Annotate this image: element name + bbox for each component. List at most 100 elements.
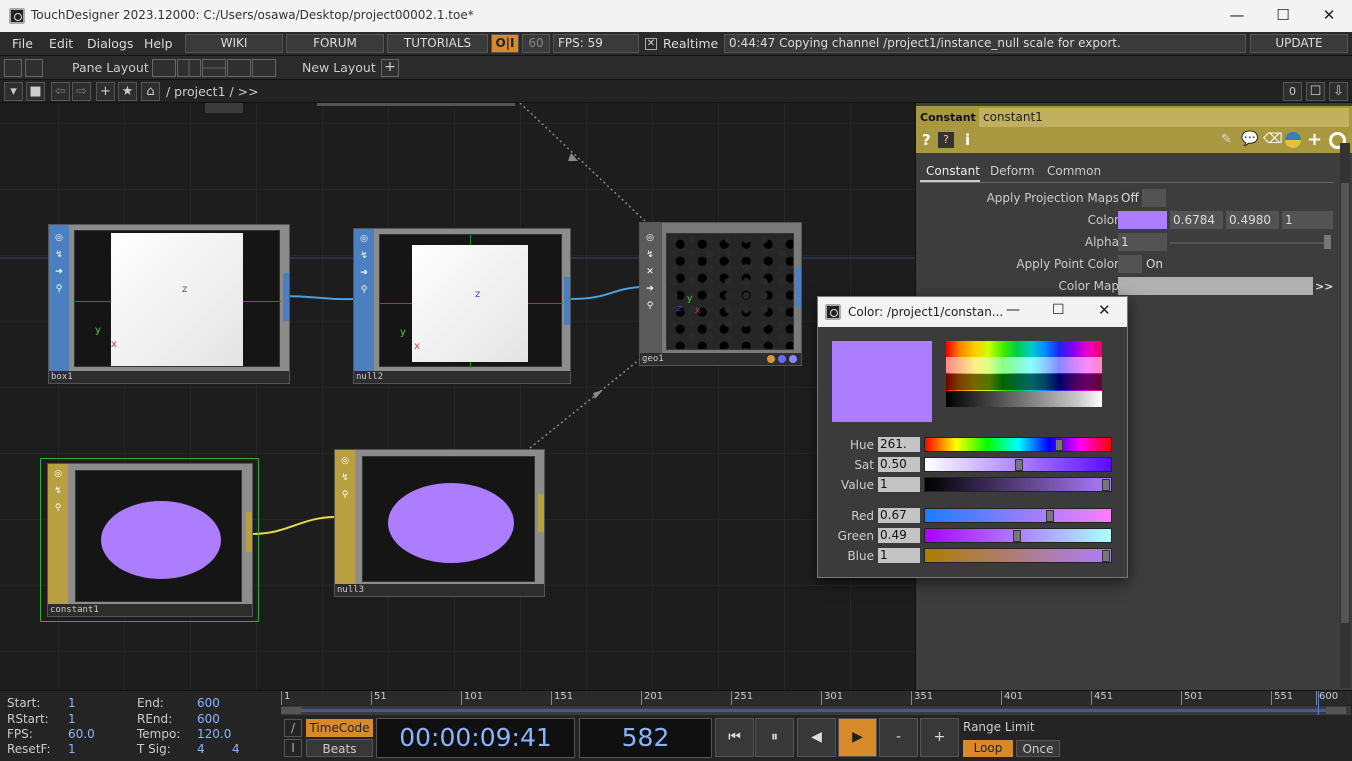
resetf-setting[interactable]: ResetF: 1 [7,742,76,756]
sat-slider[interactable] [924,457,1112,472]
timeline-slash-button[interactable]: / [284,719,302,737]
fps-setting-value[interactable]: 60.0 [68,727,95,741]
tab-deform[interactable]: Deform [990,164,1035,178]
loop-toggle[interactable]: Loop [963,740,1013,757]
node-label-null2[interactable]: null2 [354,371,570,383]
output-connector[interactable] [283,273,289,321]
color-r-field[interactable]: 0.6784 [1170,211,1223,229]
step-forward-button[interactable]: + [920,718,959,757]
blue-slider[interactable] [924,548,1112,563]
lock-icon[interactable]: ⚲ [643,299,657,313]
pane-menu-icon[interactable]: ▾ [4,82,23,101]
timeline-bar-button[interactable]: I [284,739,302,757]
red-slider-knob[interactable] [1046,510,1054,522]
bypass-icon[interactable]: ↯ [52,248,66,262]
rstart-value[interactable]: 1 [68,712,76,726]
range-start-handle[interactable] [281,707,301,714]
display-icon[interactable]: ➔ [357,266,371,280]
tab-constant[interactable]: Constant [920,160,980,182]
beats-toggle[interactable]: Beats [306,739,373,757]
add-custom-param-icon[interactable]: + [1307,129,1322,150]
viewer-icon[interactable]: ◎ [357,232,371,246]
bypass-icon[interactable]: ↯ [338,471,352,485]
tsig-setting[interactable]: T Sig: 4 4 [137,742,240,756]
resetf-value[interactable]: 1 [68,742,76,756]
layout-split-horizontal-button[interactable] [202,59,226,77]
comment-icon[interactable]: 💬 [1241,131,1258,147]
range-end-handle[interactable] [1326,707,1346,714]
close-button[interactable]: ✕ [1306,0,1352,32]
hue-slider-knob[interactable] [1055,439,1063,451]
lock-icon[interactable]: ⚲ [51,501,65,515]
node-constant1[interactable]: ◎ ↯ ⚲ constant1 [47,463,253,617]
color-b-field[interactable]: 1 [1282,211,1333,229]
value-field[interactable]: 1 [878,477,920,492]
eraser-icon[interactable]: ⌫ [1263,131,1283,147]
green-slider[interactable] [924,528,1112,543]
hue-slider[interactable] [924,437,1112,452]
blue-field[interactable]: 1 [878,548,920,563]
display-icon[interactable]: ➔ [52,265,66,279]
lock-icon[interactable]: ⚲ [338,488,352,502]
clone-icon[interactable]: ✕ [643,265,657,279]
playhead[interactable] [1318,691,1319,715]
menu-dialogs[interactable]: Dialogs [87,36,133,51]
output-connector[interactable] [795,267,801,307]
tutorials-button[interactable]: TUTORIALS [387,34,488,53]
pause-button[interactable]: ⏸ [755,718,794,757]
display-icon[interactable]: ➔ [643,282,657,296]
end-value[interactable]: 600 [197,696,220,710]
apply-point-color-toggle[interactable]: On [1118,255,1166,273]
node-null2[interactable]: ◎ ↯ ➔ ⚲ z y x null2 [353,228,571,384]
sat-field[interactable]: 0.50 [878,457,920,472]
end-setting[interactable]: End: 600 [137,696,220,710]
timecode-toggle[interactable]: TimeCode [306,719,373,737]
home-network-icon[interactable]: ⌂ [141,82,160,101]
output-connector[interactable] [538,494,544,532]
maximize-button[interactable]: ☐ [1260,0,1306,32]
lock-icon[interactable]: ⚲ [52,282,66,296]
panel-view-icon[interactable] [4,59,22,77]
forward-arrow-icon[interactable]: ⇨ [72,82,91,101]
viewer-icon[interactable]: ◎ [643,231,657,245]
perform-mode-button[interactable]: O|I [491,34,519,53]
network-path[interactable]: / project1 / >> [166,84,259,99]
menu-file[interactable]: File [12,36,33,51]
value-slider-knob[interactable] [1102,479,1110,491]
hue-field[interactable]: 261. [878,437,920,452]
python-icon[interactable] [1285,132,1301,148]
step-back-button[interactable]: - [879,718,918,757]
alpha-slider-track[interactable] [1170,242,1328,244]
layout-single-button[interactable] [152,59,176,77]
node-label-geo1[interactable]: geo1 [640,353,801,365]
dialog-minimize-button[interactable]: — [1006,302,1020,318]
start-setting[interactable]: Start: 1 [7,696,76,710]
color-swatch[interactable] [1118,211,1167,229]
color-map-expand[interactable]: >> [1315,280,1333,293]
edit-pencil-icon[interactable]: ✎ [1221,132,1232,147]
color-g-field[interactable]: 0.4980 [1226,211,1279,229]
bookmark-star-icon[interactable]: ★ [118,82,137,101]
node-null3[interactable]: ◎ ↯ ⚲ null3 [334,449,545,597]
timeline-range-bar[interactable] [281,691,1351,715]
color-map-field[interactable] [1118,277,1313,295]
help-icon[interactable]: ? [922,131,931,149]
green-field[interactable]: 0.49 [878,528,920,543]
update-button[interactable]: UPDATE [1250,34,1348,53]
start-value[interactable]: 1 [68,696,76,710]
node-box1[interactable]: ◎ ↯ ➔ ⚲ z y x box1 [48,224,290,384]
play-reverse-button[interactable]: ◀ [797,718,836,757]
value-slider[interactable] [924,477,1112,492]
pane-maximize-icon[interactable]: ☐ [1306,82,1325,101]
output-connector[interactable] [564,277,570,325]
realtime-checkbox[interactable]: ✕ [645,38,657,50]
param-scrollbar-thumb[interactable] [1341,183,1349,623]
back-arrow-icon[interactable]: ⇦ [51,82,70,101]
menu-edit[interactable]: Edit [49,36,73,51]
palette-dark-row[interactable] [946,374,1102,390]
network-editor[interactable]: ◎ ↯ ➔ ⚲ z y x box1 ◎ ↯ ➔ ⚲ z y x null2 ◎… [0,103,915,690]
red-slider[interactable] [924,508,1112,523]
tempo-value[interactable]: 120.0 [197,727,231,741]
tempo-setting[interactable]: Tempo: 120.0 [137,727,231,741]
tsig-denominator[interactable]: 4 [232,742,240,756]
